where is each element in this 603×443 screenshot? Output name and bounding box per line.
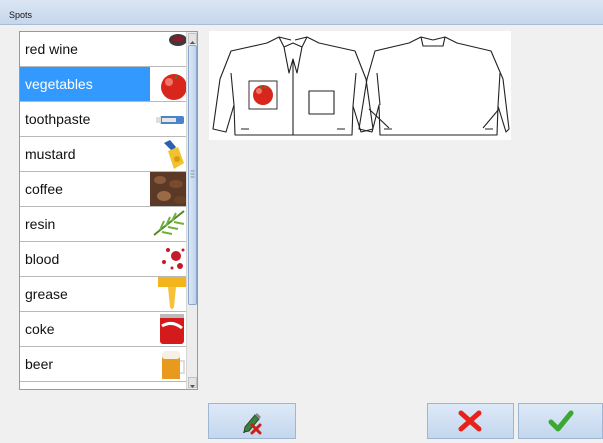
list-scrollbar[interactable]: [186, 32, 197, 389]
red-x-icon: [458, 410, 482, 432]
list-item[interactable]: mustard: [20, 137, 186, 172]
confirm-button[interactable]: [518, 403, 603, 439]
list-item[interactable]: vegetables: [20, 67, 186, 102]
pine-branch-icon: [150, 207, 186, 241]
title-bar: Spots: [0, 0, 603, 25]
cola-can-icon: [150, 312, 186, 346]
scroll-up-arrow[interactable]: [188, 33, 197, 44]
grease-drip-icon: [150, 277, 186, 311]
green-check-icon: [548, 410, 574, 432]
scroll-down-arrow[interactable]: [188, 377, 197, 388]
list-item[interactable]: coke: [20, 312, 186, 347]
list-item-label: mustard: [25, 146, 76, 162]
list-item[interactable]: beer: [20, 347, 186, 382]
list-item[interactable]: toothpaste: [20, 102, 186, 137]
list-item[interactable]: grease: [20, 277, 186, 312]
toothpaste-tube-icon: [150, 102, 186, 136]
wine-glass-icon: [150, 32, 186, 66]
spot-list[interactable]: red wine vegetables toothpaste mustard coffe…: [19, 31, 198, 390]
list-item-label: coffee: [25, 181, 63, 197]
list-item[interactable]: coffee: [20, 172, 186, 207]
list-item-label: red wine: [25, 41, 78, 57]
list-item[interactable]: resin: [20, 207, 186, 242]
coffee-beans-icon: [150, 172, 186, 206]
beer-mug-icon: [150, 347, 186, 381]
list-item-label: beer: [25, 356, 54, 372]
list-item-label: toothpaste: [25, 111, 91, 127]
window-title: Spots: [9, 10, 33, 20]
cancel-button[interactable]: [427, 403, 514, 439]
list-item-label: coke: [25, 321, 55, 337]
edit-eraser-button[interactable]: [208, 403, 296, 439]
list-item[interactable]: blood: [20, 242, 186, 277]
jacket-drawing: [212, 36, 510, 136]
pencil-eraser-icon: [243, 413, 262, 435]
list-item-label: grease: [25, 286, 68, 302]
garment-preview: [209, 31, 511, 140]
blood-splatter-icon: [150, 242, 186, 276]
mustard-bottle-icon: [150, 137, 186, 171]
list-item-label: vegetables: [25, 76, 93, 92]
scroll-thumb[interactable]: [188, 45, 197, 305]
list-item-label: resin: [25, 216, 56, 232]
tomato-icon: [150, 67, 186, 101]
list-item-label: blood: [25, 251, 60, 267]
list-item[interactable]: red wine: [20, 32, 186, 67]
spot-marker[interactable]: [248, 80, 278, 110]
